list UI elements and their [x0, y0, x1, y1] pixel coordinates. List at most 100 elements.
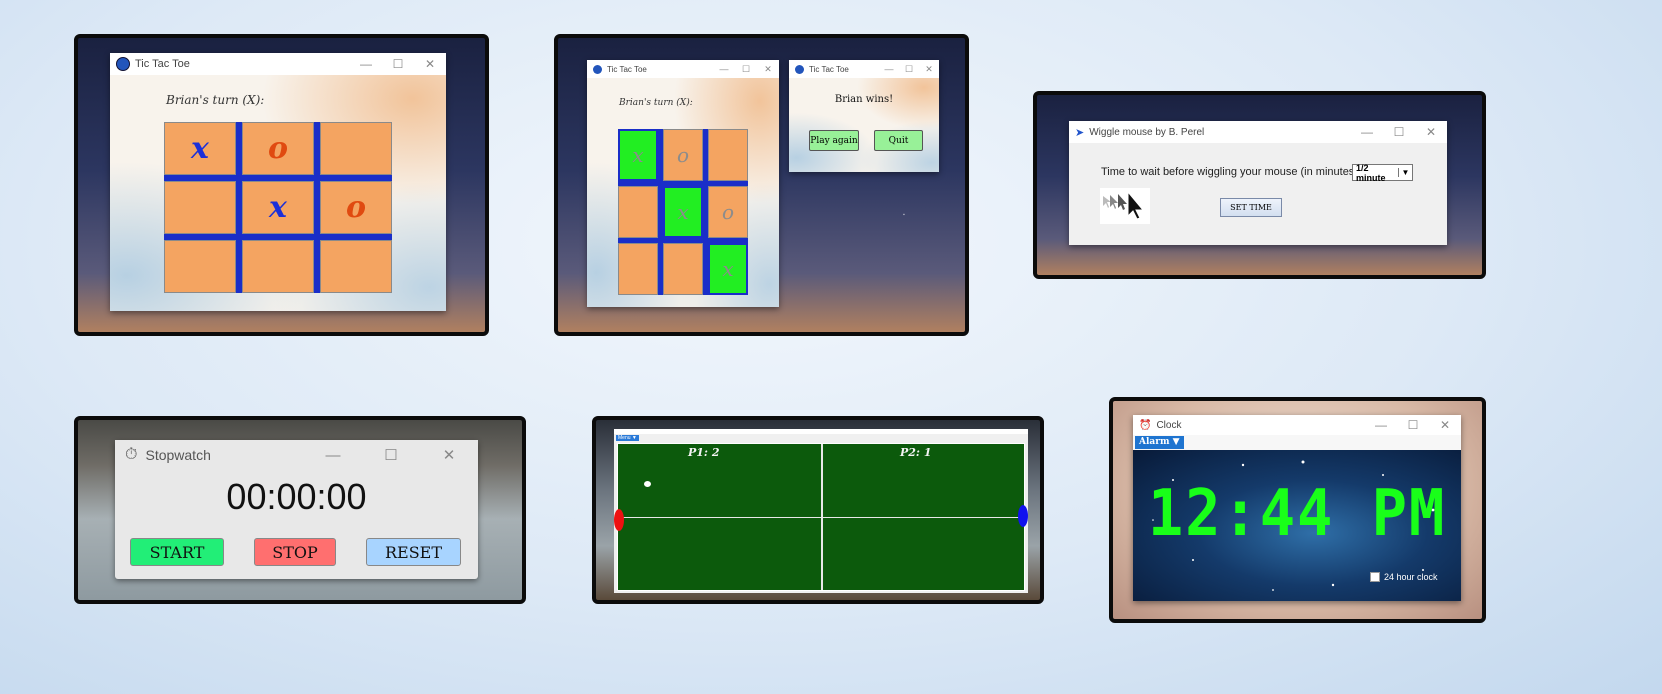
- panel-clock: ⏰ Clock — ☐ ✕ Alarm ▼ 12:44 PM 24 hour c…: [1109, 397, 1486, 623]
- maximize-button[interactable]: ☐: [1397, 418, 1429, 432]
- minimize-button[interactable]: —: [350, 57, 382, 71]
- minimize-button[interactable]: —: [879, 64, 899, 74]
- tictactoe-window: Tic Tac Toe — ☐ ✕ Brian's turn (X): x o …: [587, 60, 779, 307]
- close-button[interactable]: ✕: [919, 64, 939, 75]
- game-board: x o x o: [164, 122, 392, 293]
- board-cell[interactable]: [242, 240, 314, 293]
- pong-ball: [644, 481, 651, 487]
- close-button[interactable]: ✕: [420, 446, 478, 464]
- dialog-title: Tic Tac Toe: [809, 64, 849, 74]
- board-cell[interactable]: x: [708, 243, 748, 295]
- 24-hour-toggle[interactable]: 24 hour clock: [1370, 572, 1438, 582]
- board-cell[interactable]: [618, 186, 658, 238]
- panel-stopwatch: ⏱ Stopwatch — ☐ ✕ 00:00:00 START STOP RE…: [74, 416, 526, 604]
- turn-label: Brian's turn (X):: [619, 98, 693, 108]
- board-cell[interactable]: o: [242, 122, 314, 175]
- o-mark: o: [345, 190, 366, 225]
- menu-button[interactable]: Menu ▼: [616, 435, 639, 441]
- title-bar: ⏰ Clock — ☐ ✕: [1133, 415, 1461, 435]
- board-cell[interactable]: [320, 240, 392, 293]
- board-cell[interactable]: [708, 129, 748, 181]
- board-cell[interactable]: [164, 181, 236, 234]
- x-mark: x: [677, 200, 689, 224]
- panel-pong: Menu ▼ P1: 2 P2: 1: [592, 416, 1044, 604]
- board-cell[interactable]: x: [242, 181, 314, 234]
- clock-face: 12:44 PM 24 hour clock: [1133, 450, 1461, 601]
- minimize-button[interactable]: —: [304, 447, 362, 464]
- minimize-button[interactable]: —: [1365, 418, 1397, 432]
- win-message: Brian wins!: [834, 94, 894, 105]
- o-mark: o: [721, 200, 735, 224]
- title-bar: [614, 429, 1028, 434]
- pong-court: P1: 2 P2: 1: [614, 443, 1028, 591]
- reset-button[interactable]: RESET: [366, 538, 461, 566]
- board-cell[interactable]: x: [164, 122, 236, 175]
- menu-strip: Alarm ▼: [1133, 435, 1461, 450]
- title-bar: Tic Tac Toe — ☐ ✕: [789, 60, 939, 78]
- clock-window: ⏰ Clock — ☐ ✕ Alarm ▼ 12:44 PM 24 hour c…: [1133, 415, 1461, 601]
- game-area: Brian's turn (X): x o x o x: [587, 78, 779, 307]
- stopwatch-window: ⏱ Stopwatch — ☐ ✕ 00:00:00 START STOP RE…: [115, 440, 478, 579]
- o-mark: o: [676, 143, 690, 167]
- board-cell[interactable]: x: [663, 186, 703, 238]
- quit-button[interactable]: Quit: [874, 130, 923, 151]
- x-mark: x: [632, 143, 644, 167]
- alarm-menu-button[interactable]: Alarm ▼: [1135, 436, 1184, 449]
- maximize-button[interactable]: ☐: [899, 64, 919, 75]
- play-again-button[interactable]: Play again: [809, 130, 859, 151]
- cursor-icon: ➤: [1075, 126, 1085, 139]
- close-button[interactable]: ✕: [1429, 418, 1461, 432]
- maximize-button[interactable]: ☐: [1383, 125, 1415, 139]
- minimize-button[interactable]: —: [1351, 125, 1383, 139]
- board-cell[interactable]: [320, 122, 392, 175]
- panel-wiggle-mouse: ➤ Wiggle mouse by B. Perel — ☐ ✕ Time to…: [1033, 91, 1486, 279]
- maximize-button[interactable]: ☐: [362, 446, 420, 464]
- minimize-button[interactable]: —: [713, 64, 735, 74]
- stop-button[interactable]: STOP: [254, 538, 336, 566]
- board-cell[interactable]: x: [618, 129, 658, 181]
- maximize-button[interactable]: ☐: [382, 57, 414, 71]
- close-button[interactable]: ✕: [1415, 125, 1447, 139]
- panel-tictactoe-game: Tic Tac Toe — ☐ ✕ Brian's turn (X): x o …: [74, 34, 489, 336]
- prompt-label: Time to wait before wiggling your mouse …: [1101, 166, 1362, 178]
- window-title: Wiggle mouse by B. Perel: [1089, 126, 1205, 138]
- checkbox-label: 24 hour clock: [1384, 572, 1438, 582]
- title-bar: Tic Tac Toe — ☐ ✕: [587, 60, 779, 78]
- set-time-button[interactable]: SET TIME: [1220, 198, 1282, 217]
- board-cell[interactable]: o: [663, 129, 703, 181]
- board-cell[interactable]: [663, 243, 703, 295]
- game-area: Brian's turn (X): x o x o: [110, 75, 446, 311]
- close-button[interactable]: ✕: [414, 57, 446, 71]
- pong-window: Menu ▼ P1: 2 P2: 1: [614, 429, 1028, 593]
- checkbox[interactable]: [1370, 572, 1380, 582]
- maximize-button[interactable]: ☐: [735, 64, 757, 75]
- mid-line: [618, 517, 1024, 518]
- window-title: Stopwatch: [145, 447, 211, 463]
- title-bar: Tic Tac Toe — ☐ ✕: [110, 53, 446, 75]
- window-title: Tic Tac Toe: [135, 58, 190, 70]
- board-cell[interactable]: o: [708, 186, 748, 238]
- stopwatch-icon: ⏱: [125, 446, 138, 463]
- o-mark: o: [267, 131, 288, 166]
- app-icon: [795, 64, 804, 74]
- board-cell[interactable]: [164, 240, 236, 293]
- time-display: 00:00:00: [226, 476, 367, 517]
- title-bar: ⏱ Stopwatch — ☐ ✕: [115, 440, 478, 470]
- x-mark: x: [722, 257, 734, 281]
- panel-tictactoe-win: Tic Tac Toe — ☐ ✕ Brian's turn (X): x o …: [554, 34, 969, 336]
- board-cell[interactable]: [618, 243, 658, 295]
- tictactoe-window: Tic Tac Toe — ☐ ✕ Brian's turn (X): x o …: [110, 53, 446, 311]
- time-display: 12:44 PM: [1147, 477, 1447, 551]
- left-paddle: [614, 509, 624, 531]
- x-mark: x: [191, 131, 209, 166]
- dialog-body: Brian wins! Play again Quit: [789, 78, 939, 172]
- start-button[interactable]: START: [130, 538, 224, 566]
- board-cell[interactable]: o: [320, 181, 392, 234]
- wait-time-select[interactable]: 1/2 minute ▼: [1352, 163, 1413, 183]
- window-title: Tic Tac Toe: [607, 64, 647, 74]
- right-paddle: [1018, 505, 1028, 527]
- close-button[interactable]: ✕: [757, 64, 779, 75]
- game-board: x o x o x: [618, 129, 748, 295]
- chevron-down-icon: ▼: [1398, 168, 1412, 177]
- app-icon: [593, 64, 602, 74]
